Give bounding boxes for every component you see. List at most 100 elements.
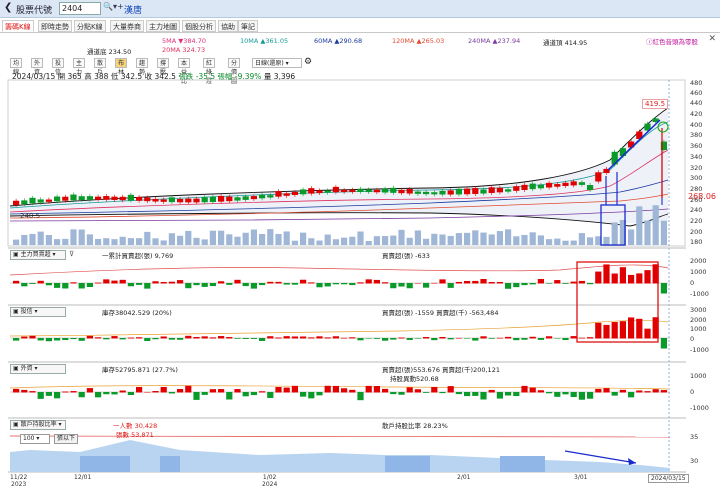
flow-bar bbox=[127, 283, 134, 287]
tab-help[interactable]: 協助 bbox=[218, 20, 238, 32]
panel2-select[interactable]: ▣ 投信 ▾ bbox=[10, 307, 66, 317]
toolbar-btn-support[interactable]: 撐壓 bbox=[157, 58, 170, 76]
flow-bar bbox=[136, 337, 143, 339]
volume-bar bbox=[373, 236, 380, 245]
volume-bar bbox=[291, 240, 298, 245]
flow-bar bbox=[21, 389, 28, 393]
volume-bar bbox=[234, 236, 241, 245]
period-select[interactable]: 日線(還原) ▾ bbox=[252, 58, 302, 68]
toolbar-btn-trend[interactable]: 趨勢 bbox=[136, 58, 149, 76]
flow-bar bbox=[300, 279, 307, 284]
tab-notes[interactable]: 筆記 bbox=[238, 20, 258, 32]
flow-bar bbox=[324, 385, 331, 393]
flow-bar bbox=[365, 385, 372, 393]
retail-threshold-select[interactable]: 100 ▾ bbox=[20, 434, 50, 444]
stock-code-input[interactable]: 2404 bbox=[59, 2, 101, 15]
date-cursor-label: 2024/03/15 bbox=[648, 474, 689, 483]
flow-bar bbox=[160, 282, 167, 284]
flow-bar bbox=[480, 279, 487, 284]
candle-body bbox=[226, 196, 233, 202]
flow-bar bbox=[152, 391, 159, 393]
flow-bar bbox=[455, 281, 462, 284]
volume-bar bbox=[103, 238, 110, 245]
tab-branch-kline[interactable]: 分點K線 bbox=[74, 20, 106, 32]
retail-block bbox=[160, 456, 180, 472]
toolbar-btn-foreign[interactable]: 外資 bbox=[31, 58, 44, 76]
candle-body bbox=[201, 197, 208, 203]
flow-bar bbox=[349, 283, 356, 286]
flow-bar bbox=[349, 389, 356, 393]
tab-realtime[interactable]: 即時走勢 bbox=[38, 20, 72, 32]
panel1-select[interactable]: ▣ 主力買賣超 ▾ bbox=[10, 250, 66, 260]
toolbar-btn-bollinger[interactable]: 布林 bbox=[115, 58, 128, 76]
retail-block bbox=[385, 456, 430, 472]
flow-bar bbox=[521, 385, 528, 393]
flow-bar bbox=[119, 338, 126, 340]
filter-icon[interactable]: ⊽ bbox=[69, 250, 74, 258]
flow-bar bbox=[70, 282, 77, 284]
price-low-mark: 240.5 bbox=[20, 212, 41, 220]
trust-bars bbox=[13, 317, 667, 349]
flow-bar bbox=[414, 389, 421, 393]
price-tick: 320 bbox=[690, 164, 703, 172]
candle-body bbox=[455, 188, 462, 195]
panel3-axis-tick: -1000 bbox=[690, 404, 709, 412]
volume-bar bbox=[652, 205, 659, 245]
tab-chip-kline[interactable]: 籌碼K線 bbox=[2, 20, 34, 32]
tab-stock-analysis[interactable]: 個股分析 bbox=[182, 20, 216, 32]
flow-bar bbox=[275, 337, 282, 339]
toolbar-btn-light[interactable]: 紅綠燈 bbox=[203, 58, 216, 85]
annotation-trend-arrow bbox=[607, 119, 661, 171]
toolbar-btn-retail[interactable]: 散戶 bbox=[94, 58, 107, 76]
flow-bar bbox=[62, 391, 69, 393]
panel2-axis-tick: 1000 bbox=[690, 325, 707, 333]
flow-bar bbox=[37, 392, 44, 399]
flow-bar bbox=[496, 337, 503, 339]
flow-bar bbox=[431, 282, 438, 284]
flow-bar bbox=[464, 280, 471, 284]
flow-bar bbox=[472, 280, 479, 284]
volume-bar bbox=[455, 233, 462, 245]
flow-bar bbox=[373, 386, 380, 393]
volume-bar bbox=[160, 240, 167, 245]
flow-bar bbox=[660, 390, 667, 393]
flow-bar bbox=[242, 338, 249, 339]
candle-body bbox=[86, 196, 93, 200]
flow-bar bbox=[455, 337, 462, 339]
candle-body bbox=[373, 189, 380, 193]
volume-bar bbox=[78, 229, 85, 245]
flow-bar bbox=[431, 338, 438, 341]
panel4-select[interactable]: ▣ 散戶持股比率 ▾ bbox=[10, 420, 66, 430]
volume-bar bbox=[267, 229, 274, 245]
panel1-axis-tick: 1000 bbox=[690, 268, 707, 276]
candle-body bbox=[13, 200, 20, 205]
toolbar-btn-trust[interactable]: 投信 bbox=[52, 58, 65, 76]
toolbar-btn-price-dist[interactable]: 分價圖 bbox=[228, 58, 241, 85]
search-icon[interactable]: 🔍▾+ bbox=[103, 2, 124, 11]
flow-bar bbox=[611, 392, 618, 396]
ohlc-close: 收 342.5 bbox=[144, 72, 176, 81]
panel2-axis-tick: 2000 bbox=[690, 316, 707, 324]
panel3-select[interactable]: ▣ 外資 ▾ bbox=[10, 364, 66, 374]
flow-bar bbox=[406, 283, 413, 289]
volume-bar bbox=[283, 231, 290, 245]
candle-body bbox=[300, 189, 307, 195]
date-tick: 2/01 bbox=[457, 474, 471, 481]
annotation-box-blue bbox=[600, 204, 626, 246]
main-force-bars bbox=[13, 264, 667, 294]
candle-body bbox=[644, 123, 651, 131]
chevron-left-icon[interactable]: ❮ bbox=[4, 2, 12, 13]
toolbar-btn-main[interactable]: 主力 bbox=[73, 58, 86, 76]
toolbar-btn-pe[interactable]: 本益比 bbox=[178, 58, 191, 85]
flow-bar bbox=[95, 337, 102, 339]
flow-bar bbox=[308, 337, 315, 339]
close-icon[interactable]: ✕ bbox=[708, 34, 716, 44]
toolbar-btn-ma[interactable]: 均線 bbox=[10, 58, 23, 76]
candle-body bbox=[193, 198, 200, 203]
flow-bar bbox=[521, 283, 528, 286]
volume-bar bbox=[546, 239, 553, 245]
tab-big-broker[interactable]: 大量券商 bbox=[110, 20, 144, 32]
gear-icon[interactable]: ⚙ bbox=[304, 57, 312, 67]
tab-main-map[interactable]: 主力地圖 bbox=[146, 20, 180, 32]
panel3-axis-tick: 0 bbox=[690, 388, 695, 396]
